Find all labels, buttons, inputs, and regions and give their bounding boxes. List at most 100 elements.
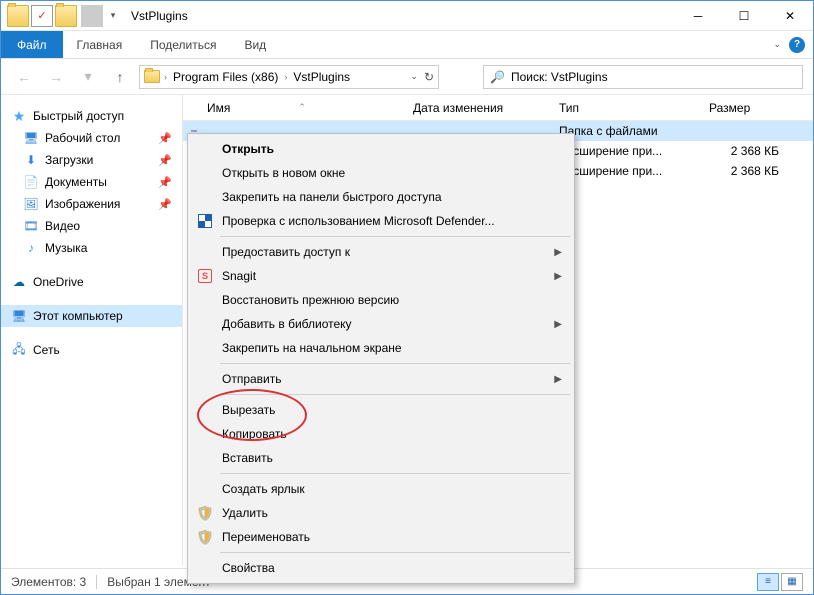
help-icon[interactable]: ? xyxy=(789,37,805,53)
snagit-icon: S xyxy=(196,267,214,285)
pin-icon: 📌 xyxy=(158,176,172,189)
breadcrumb[interactable]: VstPlugins xyxy=(291,70,352,84)
menu-defender-scan[interactable]: Проверка с использованием Microsoft Defe… xyxy=(190,209,572,233)
address-bar[interactable]: › Program Files (x86) › VstPlugins ⌄ ↻ xyxy=(139,65,439,89)
sidebar-item-videos[interactable]: 🎞Видео xyxy=(1,215,182,237)
chevron-right-icon: ▶ xyxy=(554,247,562,258)
view-icons-button[interactable]: ▦ xyxy=(781,573,803,591)
chevron-right-icon[interactable]: › xyxy=(164,72,167,82)
separator xyxy=(96,575,97,589)
col-name[interactable]: Имя⌃ xyxy=(183,101,413,115)
context-menu: Открыть Открыть в новом окне Закрепить н… xyxy=(187,133,575,584)
view-details-button[interactable]: ≡ xyxy=(757,573,779,591)
col-size[interactable]: Размер xyxy=(709,101,789,115)
ribbon-expand-icon[interactable]: ⌄ xyxy=(773,39,781,50)
images-icon: 🖼 xyxy=(23,196,39,212)
chevron-right-icon[interactable]: › xyxy=(284,72,287,82)
video-icon: 🎞 xyxy=(23,218,39,234)
menu-delete[interactable]: 🛡Удалить xyxy=(190,501,572,525)
nav-back-button[interactable]: ← xyxy=(11,64,37,90)
menu-paste[interactable]: Вставить xyxy=(190,446,572,470)
chevron-right-icon: ▶ xyxy=(554,319,562,330)
search-placeholder: Поиск: VstPlugins xyxy=(511,70,608,84)
download-icon: ⬇ xyxy=(23,152,39,168)
music-icon: ♪ xyxy=(23,240,39,256)
defender-icon xyxy=(196,212,214,230)
separator xyxy=(220,552,570,553)
minimize-button[interactable]: ─ xyxy=(675,1,721,31)
cloud-icon: ☁ xyxy=(11,274,27,290)
status-count: Элементов: 3 xyxy=(11,575,86,589)
qat-more-icon[interactable]: ▾ xyxy=(107,5,119,27)
pin-icon: 📌 xyxy=(158,154,172,167)
shield-icon: 🛡 xyxy=(196,504,214,522)
close-button[interactable]: ✕ xyxy=(767,1,813,31)
menu-pin-quick-access[interactable]: Закрепить на панели быстрого доступа xyxy=(190,185,572,209)
sidebar-item-music[interactable]: ♪Музыка xyxy=(1,237,182,259)
sidebar: ★ Быстрый доступ 🖥Рабочий стол📌 ⬇Загрузк… xyxy=(1,95,183,565)
ribbon: Файл Главная Поделиться Вид ⌄ ? xyxy=(1,31,813,59)
menu-snagit[interactable]: SSnagit▶ xyxy=(190,264,572,288)
maximize-button[interactable]: ☐ xyxy=(721,1,767,31)
selection-edge xyxy=(191,130,197,132)
menu-rename[interactable]: 🛡Переименовать xyxy=(190,525,572,549)
search-input[interactable]: 🔍 Поиск: VstPlugins xyxy=(483,65,803,89)
search-icon: 🔍 xyxy=(490,70,505,84)
separator xyxy=(220,363,570,364)
nav-up-button[interactable]: ↑ xyxy=(107,64,133,90)
menu-create-shortcut[interactable]: Создать ярлык xyxy=(190,477,572,501)
window-title: VstPlugins xyxy=(125,9,188,23)
qat-checkbox-icon[interactable]: ✓ xyxy=(31,5,53,27)
separator xyxy=(220,394,570,395)
col-date[interactable]: Дата изменения xyxy=(413,101,559,115)
nav-row: ← → ▾ ↑ › Program Files (x86) › VstPlugi… xyxy=(1,59,813,95)
menu-open-new-window[interactable]: Открыть в новом окне xyxy=(190,161,572,185)
sort-asc-icon: ⌃ xyxy=(298,102,306,113)
pin-icon: 📌 xyxy=(158,132,172,145)
titlebar: ✓ ▾ VstPlugins ─ ☐ ✕ xyxy=(1,1,813,31)
desktop-icon: 🖥 xyxy=(23,130,39,146)
tab-file[interactable]: Файл xyxy=(1,31,63,58)
sidebar-item-desktop[interactable]: 🖥Рабочий стол📌 xyxy=(1,127,182,149)
qat-folder-icon[interactable] xyxy=(55,5,77,27)
separator xyxy=(220,473,570,474)
sidebar-quick-access[interactable]: ★ Быстрый доступ xyxy=(1,105,182,127)
star-icon: ★ xyxy=(11,108,27,124)
menu-open[interactable]: Открыть xyxy=(190,137,572,161)
menu-add-library[interactable]: Добавить в библиотеку▶ xyxy=(190,312,572,336)
pin-icon: 📌 xyxy=(158,198,172,211)
col-type[interactable]: Тип xyxy=(559,101,709,115)
tab-share[interactable]: Поделиться xyxy=(136,31,230,58)
sidebar-this-pc[interactable]: 🖥Этот компьютер xyxy=(1,305,182,327)
menu-restore-version[interactable]: Восстановить прежнюю версию xyxy=(190,288,572,312)
separator xyxy=(220,236,570,237)
menu-copy[interactable]: Копировать xyxy=(190,422,572,446)
tab-view[interactable]: Вид xyxy=(230,31,280,58)
breadcrumb[interactable]: Program Files (x86) xyxy=(171,70,280,84)
sidebar-network[interactable]: 🖧Сеть xyxy=(1,339,182,361)
pc-icon: 🖥 xyxy=(11,308,27,324)
column-headers: Имя⌃ Дата изменения Тип Размер xyxy=(183,95,813,121)
chevron-right-icon: ▶ xyxy=(554,374,562,385)
network-icon: 🖧 xyxy=(11,342,27,358)
sidebar-item-images[interactable]: 🖼Изображения📌 xyxy=(1,193,182,215)
nav-history-button[interactable]: ▾ xyxy=(75,64,101,90)
sidebar-onedrive[interactable]: ☁OneDrive xyxy=(1,271,182,293)
chevron-right-icon: ▶ xyxy=(554,271,562,282)
menu-pin-start[interactable]: Закрепить на начальном экране xyxy=(190,336,572,360)
shield-icon: 🛡 xyxy=(196,528,214,546)
menu-send-to[interactable]: Отправить▶ xyxy=(190,367,572,391)
folder-icon xyxy=(144,69,160,85)
nav-forward-button[interactable]: → xyxy=(43,64,69,90)
menu-properties[interactable]: Свойства xyxy=(190,556,572,580)
document-icon: 📄 xyxy=(23,174,39,190)
menu-grant-access[interactable]: Предоставить доступ к▶ xyxy=(190,240,572,264)
tab-home[interactable]: Главная xyxy=(63,31,137,58)
sidebar-item-documents[interactable]: 📄Документы📌 xyxy=(1,171,182,193)
address-history-icon[interactable]: ⌄ xyxy=(410,71,418,82)
sidebar-item-downloads[interactable]: ⬇Загрузки📌 xyxy=(1,149,182,171)
refresh-icon[interactable]: ↻ xyxy=(424,70,434,84)
menu-cut[interactable]: Вырезать xyxy=(190,398,572,422)
folder-icon xyxy=(7,5,29,27)
separator xyxy=(81,5,103,27)
